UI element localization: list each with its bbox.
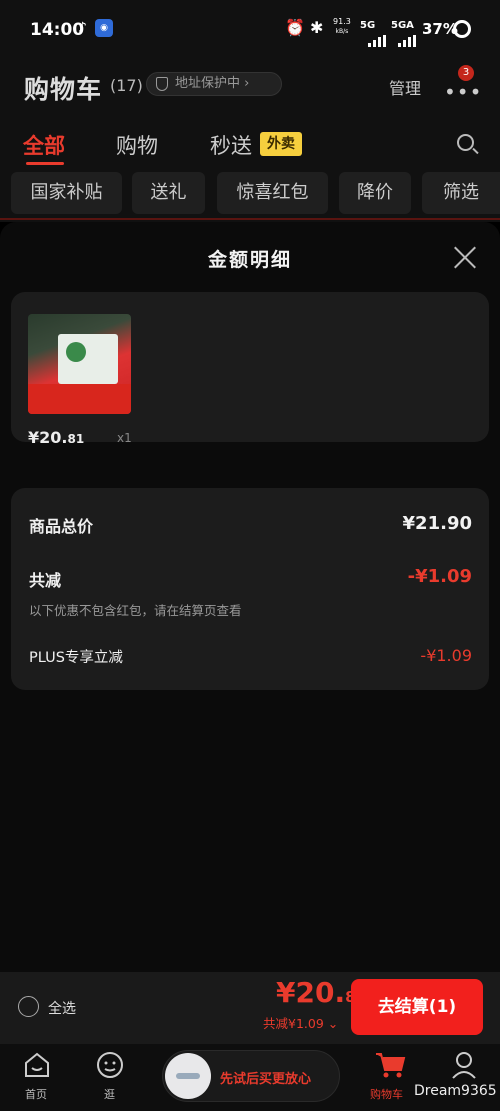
- cart-count: (17): [110, 76, 143, 95]
- plus-value: -¥1.09: [420, 646, 472, 665]
- product-thumbnail[interactable]: [28, 314, 131, 414]
- promo-text: 先试后买更放心: [220, 1072, 312, 1087]
- checkout-button[interactable]: 去结算(1): [351, 979, 483, 1035]
- alarm-icon: ⏰: [285, 18, 305, 37]
- tab-instant[interactable]: 秒送: [210, 130, 252, 160]
- tab-underline: [26, 162, 64, 165]
- nav-cart-label: 购物车: [370, 1088, 403, 1101]
- tiktok-icon: ♪: [78, 20, 87, 36]
- hotspot-icon: ◉: [95, 19, 113, 37]
- plus-label: PLUS专享立减: [29, 650, 123, 666]
- promo-logo: [165, 1053, 211, 1099]
- net-5g: 5G: [360, 20, 376, 31]
- page-title: 购物车: [24, 75, 103, 104]
- shield-icon: [156, 77, 168, 91]
- watermark: Dream9365: [414, 1083, 497, 1099]
- reduce-value: -¥1.09: [407, 566, 472, 587]
- battery-icon: [453, 20, 471, 38]
- profile-icon[interactable]: [450, 1050, 480, 1080]
- cart-icon[interactable]: [374, 1050, 406, 1080]
- tab-all[interactable]: 全部: [23, 130, 65, 160]
- sheet-title: 金额明细: [207, 249, 292, 271]
- chip-price-drop[interactable]: 降价: [339, 172, 411, 214]
- nav-home-label: 首页: [25, 1088, 47, 1101]
- home-icon[interactable]: [22, 1050, 52, 1080]
- select-all-label[interactable]: 全选: [48, 998, 76, 1018]
- product-price: ¥20.81: [28, 428, 85, 447]
- more-icon[interactable]: •••: [444, 80, 482, 104]
- divider: [0, 218, 500, 220]
- chip-red-packet[interactable]: 惊喜红包: [217, 172, 328, 214]
- close-icon[interactable]: [452, 244, 478, 270]
- reduce-label: 共减: [29, 571, 62, 590]
- reduce-note: 以下优惠不包含红包，请在结算页查看: [29, 603, 242, 618]
- tab-shopping[interactable]: 购物: [116, 130, 158, 160]
- total-price-label: 商品总价: [29, 517, 94, 536]
- nav-browse-label: 逛: [104, 1088, 115, 1101]
- manage-button[interactable]: 管理: [389, 75, 421, 99]
- signal-icon-2: [398, 32, 416, 51]
- select-all-radio[interactable]: [18, 996, 39, 1017]
- takeout-tag: 外卖: [260, 132, 302, 156]
- address-protect-pill[interactable]: 地址保护中 ›: [146, 72, 282, 96]
- total-price-value: ¥21.90: [402, 513, 472, 534]
- chip-national-subsidy[interactable]: 国家补贴: [11, 172, 122, 214]
- discount-toggle[interactable]: 共减¥1.09 ⌄: [263, 1013, 338, 1032]
- bluetooth-icon: ✱: [310, 18, 324, 37]
- signal-icon: [368, 32, 386, 51]
- net-speed: 91.3 kB/s: [333, 17, 351, 35]
- net-5ga: 5GA: [391, 20, 414, 31]
- status-time: 14:00: [30, 20, 85, 40]
- chip-filter[interactable]: 筛选: [422, 172, 500, 214]
- chip-gift[interactable]: 送礼: [132, 172, 205, 214]
- product-qty: x1: [117, 431, 132, 445]
- browse-icon[interactable]: [95, 1050, 125, 1080]
- more-badge: 3: [458, 65, 474, 81]
